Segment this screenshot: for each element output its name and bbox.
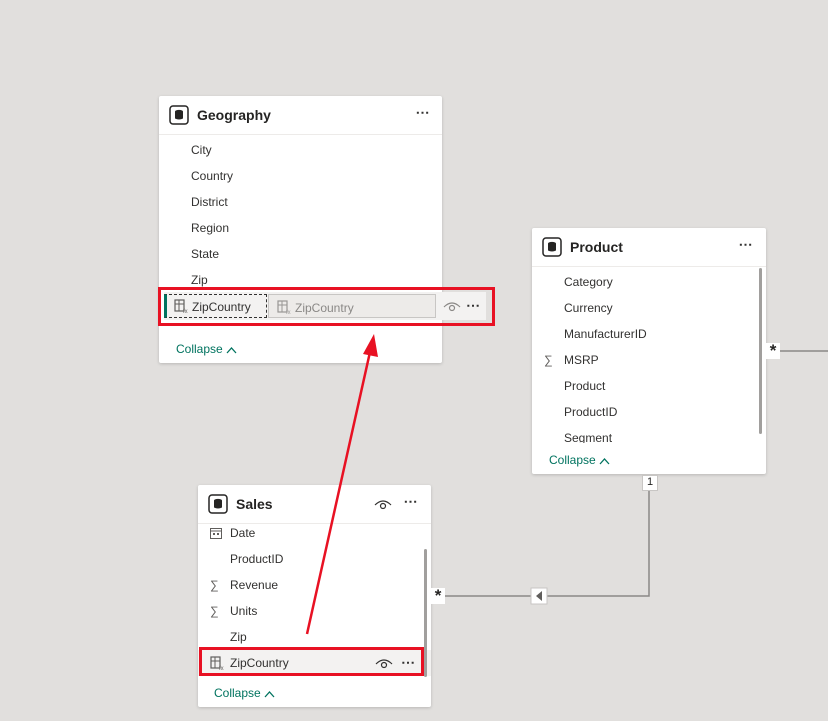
field-units[interactable]: ∑ Units [198, 598, 431, 624]
field-category[interactable]: Category [532, 269, 766, 295]
field-revenue[interactable]: ∑ Revenue [198, 572, 431, 598]
field-district[interactable]: District [159, 189, 442, 215]
product-title: Product [570, 239, 623, 255]
geography-title: Geography [197, 107, 271, 123]
sales-title: Sales [236, 496, 273, 512]
table-icon [169, 105, 189, 125]
geography-header: Geography ⋯ [159, 96, 442, 135]
product-one-cardinality: 1 [642, 475, 658, 491]
field-country[interactable]: Country [159, 163, 442, 189]
chevron-up-icon [226, 346, 237, 354]
field-segment[interactable]: Segment [532, 425, 766, 443]
product-header: Product ⋯ [532, 228, 766, 267]
calendar-icon [210, 528, 222, 539]
field-product[interactable]: Product [532, 373, 766, 399]
product-more-options-icon[interactable]: ⋯ [736, 236, 756, 254]
field-manufacturerid[interactable]: ManufacturerID [532, 321, 766, 347]
eye-icon[interactable] [374, 499, 392, 511]
field-city[interactable]: City [159, 137, 442, 163]
product-table-card[interactable]: Product ⋯ Category Currency Manufacturer… [532, 228, 766, 474]
sales-more-options-icon[interactable]: ⋯ [401, 493, 421, 511]
table-icon [542, 237, 562, 257]
geography-more-options-icon[interactable]: ⋯ [413, 104, 433, 122]
sales-scrollbar[interactable] [424, 549, 427, 677]
sigma-icon: ∑ [210, 578, 219, 592]
sales-collapse-button[interactable]: Collapse [214, 686, 275, 700]
table-icon [208, 494, 228, 514]
field-productid[interactable]: ProductID [532, 399, 766, 425]
product-scrollbar[interactable] [759, 268, 762, 434]
geography-collapse-button[interactable]: Collapse [176, 342, 237, 356]
sales-many-cardinality: * [431, 587, 445, 604]
field-currency[interactable]: Currency [532, 295, 766, 321]
field-productid[interactable]: ProductID [198, 546, 431, 572]
highlight-box-sales [199, 647, 424, 676]
chevron-up-icon [599, 457, 610, 465]
sigma-icon: ∑ [210, 604, 219, 618]
field-date[interactable]: Date [198, 520, 431, 546]
chevron-up-icon [264, 690, 275, 698]
product-many-cardinality: * [766, 342, 780, 359]
sigma-icon: ∑ [544, 353, 553, 367]
field-state[interactable]: State [159, 241, 442, 267]
sales-header: Sales ⋯ [198, 485, 431, 524]
highlight-box-geography [158, 287, 495, 326]
field-msrp[interactable]: ∑ MSRP [532, 347, 766, 373]
product-collapse-button[interactable]: Collapse [549, 453, 610, 467]
field-region[interactable]: Region [159, 215, 442, 241]
